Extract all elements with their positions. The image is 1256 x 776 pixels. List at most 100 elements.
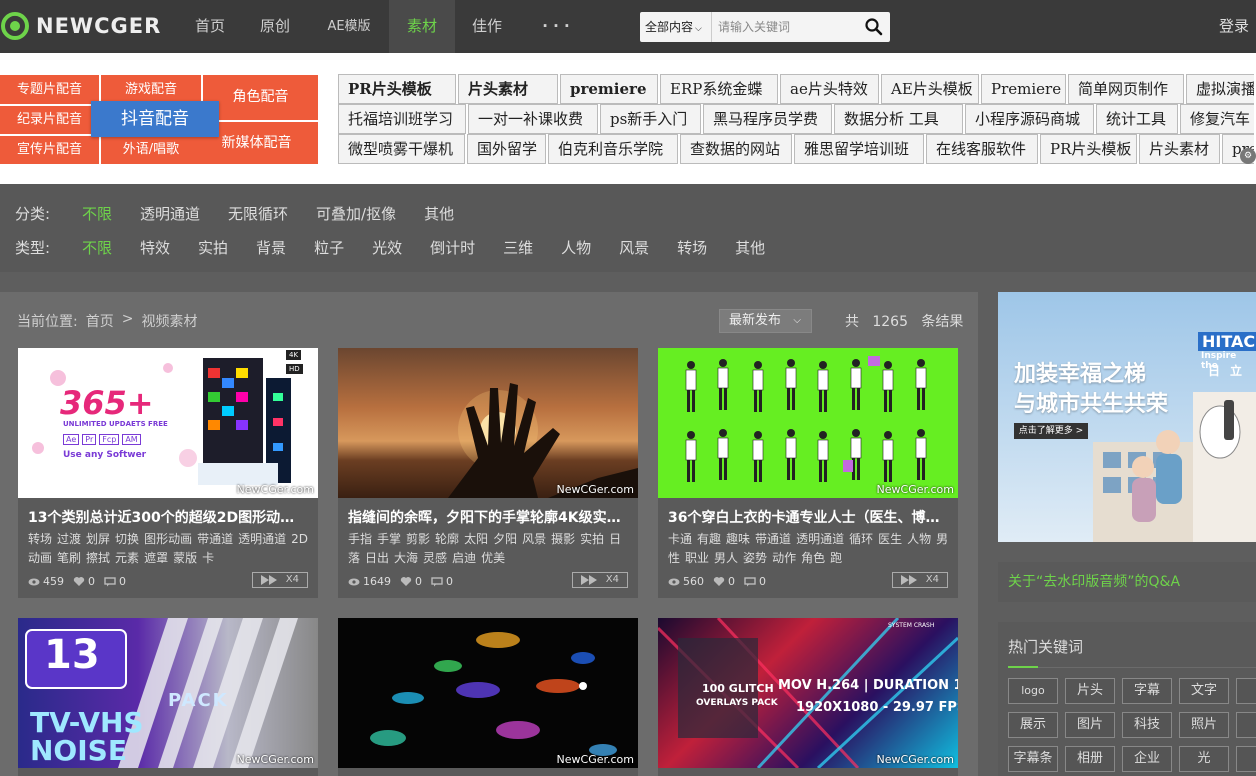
video-card[interactable]: NewCGer.com 36个穿白上衣的卡通专业人士（医生、博… 卡通 有趣 趣味带… [658, 348, 958, 598]
video-thumbnail[interactable]: 13 PACK TV-VHS NOISE NewCGer.com [18, 618, 318, 768]
nav-ae-templates[interactable]: AE模版 [321, 0, 377, 53]
settings-icon[interactable]: ⚙ [1240, 148, 1256, 164]
search-input[interactable] [718, 16, 858, 38]
tag-link[interactable]: 男人 [714, 551, 738, 565]
heart-icon[interactable] [73, 576, 85, 587]
keyword-link[interactable]: 在线客服软件 [926, 134, 1038, 164]
keyword-link[interactable]: 片头素材 [1139, 134, 1220, 164]
search-category-select[interactable]: 全部内容 ⌵ [640, 12, 712, 42]
keyword-link[interactable]: 国外留学 [467, 134, 546, 164]
nav-original[interactable]: 原创 [255, 0, 295, 53]
filter-option[interactable]: 实拍 [198, 237, 228, 257]
comment-icon[interactable] [744, 576, 756, 587]
video-thumbnail[interactable]: NewCGer.com [658, 348, 958, 498]
filter-option[interactable]: 透明通道 [140, 203, 200, 223]
keyword-link[interactable]: 雅思留学培训班 [794, 134, 924, 164]
login-link[interactable]: 登录 [1219, 0, 1249, 53]
tag-link[interactable]: 循环 [849, 532, 873, 546]
promo-item[interactable]: 纪录片配音 [0, 106, 99, 134]
filter-option[interactable]: 其他 [735, 237, 765, 257]
tag-link[interactable]: 手指 [348, 532, 372, 546]
ad-cta-button[interactable]: 点击了解更多 > [1014, 423, 1088, 439]
hot-tag-clipped[interactable] [1236, 746, 1256, 772]
tag-link[interactable]: 卡通 [668, 532, 692, 546]
tag-link[interactable]: 透明通道 [238, 532, 286, 546]
video-title[interactable]: 13个类别总计近300个的超级2D图形动画… [28, 507, 308, 527]
tag-link[interactable]: 人物 [907, 532, 931, 546]
tag-link[interactable]: 有趣 [697, 532, 721, 546]
ad-banner[interactable]: 加装幸福之梯 与城市共生共荣 点击了解更多 > HITAC Inspire th… [998, 292, 1256, 542]
tag-link[interactable]: 剪影 [406, 532, 430, 546]
comment-icon[interactable] [431, 576, 443, 587]
search-icon[interactable] [864, 17, 884, 37]
keyword-link[interactable]: 数据分析 工具 [834, 104, 963, 134]
keyword-link[interactable]: PR片头模板 [1040, 134, 1137, 164]
video-title[interactable]: 指缝间的余晖，夕阳下的手掌轮廓4K级实… [348, 507, 628, 527]
keyword-link[interactable]: 查数据的网站 [680, 134, 792, 164]
tag-link[interactable]: 医生 [878, 532, 902, 546]
filter-option[interactable]: 其他 [424, 203, 454, 223]
hot-tag[interactable]: 科技 [1122, 712, 1172, 738]
tag-link[interactable]: 蒙版 [173, 551, 197, 565]
tag-link[interactable]: 转场 [28, 532, 52, 546]
promo-item[interactable]: 外语/唱歌 [101, 136, 201, 164]
comment-icon[interactable] [104, 576, 116, 587]
keyword-link[interactable]: premiere [560, 74, 658, 104]
filter-option[interactable]: 三维 [503, 237, 533, 257]
tag-link[interactable]: 大海 [394, 551, 418, 565]
filter-option[interactable]: 可叠加/抠像 [316, 203, 396, 223]
hot-tag[interactable]: 展示 [1008, 712, 1058, 738]
tag-link[interactable]: 带通道 [755, 532, 791, 546]
tag-link[interactable]: 角色 [801, 551, 825, 565]
keyword-link[interactable]: AE片头模板 [881, 74, 979, 104]
tag-link[interactable]: 跑 [830, 551, 842, 565]
tag-link[interactable]: 透明通道 [796, 532, 844, 546]
tag-link[interactable]: 笔刷 [57, 551, 81, 565]
nav-more[interactable]: · · · [534, 0, 578, 53]
keyword-link[interactable]: 片头素材 [458, 74, 558, 104]
keyword-link[interactable]: PR片头模板 [338, 74, 456, 104]
hot-tag[interactable]: 字幕条 [1008, 746, 1058, 772]
nav-home[interactable]: 首页 [190, 0, 230, 53]
heart-icon[interactable] [400, 576, 412, 587]
tag-link[interactable]: 启迪 [452, 551, 476, 565]
hot-tag[interactable]: 图片 [1065, 712, 1115, 738]
keyword-link[interactable]: 黑马程序员学费 [703, 104, 832, 134]
promo-item[interactable]: 专题片配音 [0, 75, 99, 104]
keyword-link[interactable]: ps新手入门 [600, 104, 701, 134]
hot-tag[interactable]: 光 [1179, 746, 1229, 772]
qa-link[interactable]: 关于“去水印版音频”的Q&A [998, 562, 1256, 602]
tag-link[interactable]: 过渡 [57, 532, 81, 546]
video-thumbnail[interactable]: SYSTEM CRASH 100 GLITCH OVERLAYS PACK MO… [658, 618, 958, 768]
filter-option[interactable]: 特效 [140, 237, 170, 257]
tag-link[interactable]: 划屏 [86, 532, 110, 546]
tag-link[interactable]: 遮罩 [144, 551, 168, 565]
keyword-link[interactable]: 微型喷雾干爆机 [338, 134, 465, 164]
tag-link[interactable]: 风景 [522, 532, 546, 546]
keyword-link[interactable]: 简单网页制作 [1068, 74, 1184, 104]
keyword-link[interactable]: 小程序源码商城 [965, 104, 1094, 134]
keyword-link[interactable]: ERP系统金蝶 [660, 74, 778, 104]
tag-link[interactable]: 太阳 [464, 532, 488, 546]
hot-tag[interactable]: logo [1008, 678, 1058, 704]
tag-link[interactable]: 职业 [685, 551, 709, 565]
tag-link[interactable]: 实拍 [580, 532, 604, 546]
filter-option[interactable]: 人物 [561, 237, 591, 257]
keyword-link[interactable]: 托福培训班学习 [338, 104, 466, 134]
nav-works[interactable]: 佳作 [467, 0, 507, 53]
video-thumbnail[interactable]: 365+ UNLIMITED UPDAETS FREE Ae Pr Fcp AM… [18, 348, 318, 498]
keyword-link[interactable]: ae片头特效 [780, 74, 879, 104]
video-card[interactable]: NewCGer.com 指缝间的余晖，夕阳下的手掌轮廓4K级实… 手指 手掌 剪影轮… [338, 348, 638, 598]
promo-item-highlight[interactable]: 抖音配音 [91, 101, 219, 137]
hot-tag[interactable]: 字幕 [1122, 678, 1172, 704]
video-thumbnail[interactable]: NewCGer.com [338, 618, 638, 768]
keyword-link[interactable]: 伯克利音乐学院 [548, 134, 678, 164]
tag-link[interactable]: 元素 [115, 551, 139, 565]
promo-item[interactable]: 角色配音 [203, 75, 318, 120]
tag-link[interactable]: 擦拭 [86, 551, 110, 565]
speed-preview-button[interactable]: X4 [572, 572, 628, 588]
tag-link[interactable]: 切换 [115, 532, 139, 546]
speed-preview-button[interactable]: X4 [892, 572, 948, 588]
tag-link[interactable]: 优美 [481, 551, 505, 565]
sort-select[interactable]: 最新发布 ⌵ [719, 309, 812, 333]
